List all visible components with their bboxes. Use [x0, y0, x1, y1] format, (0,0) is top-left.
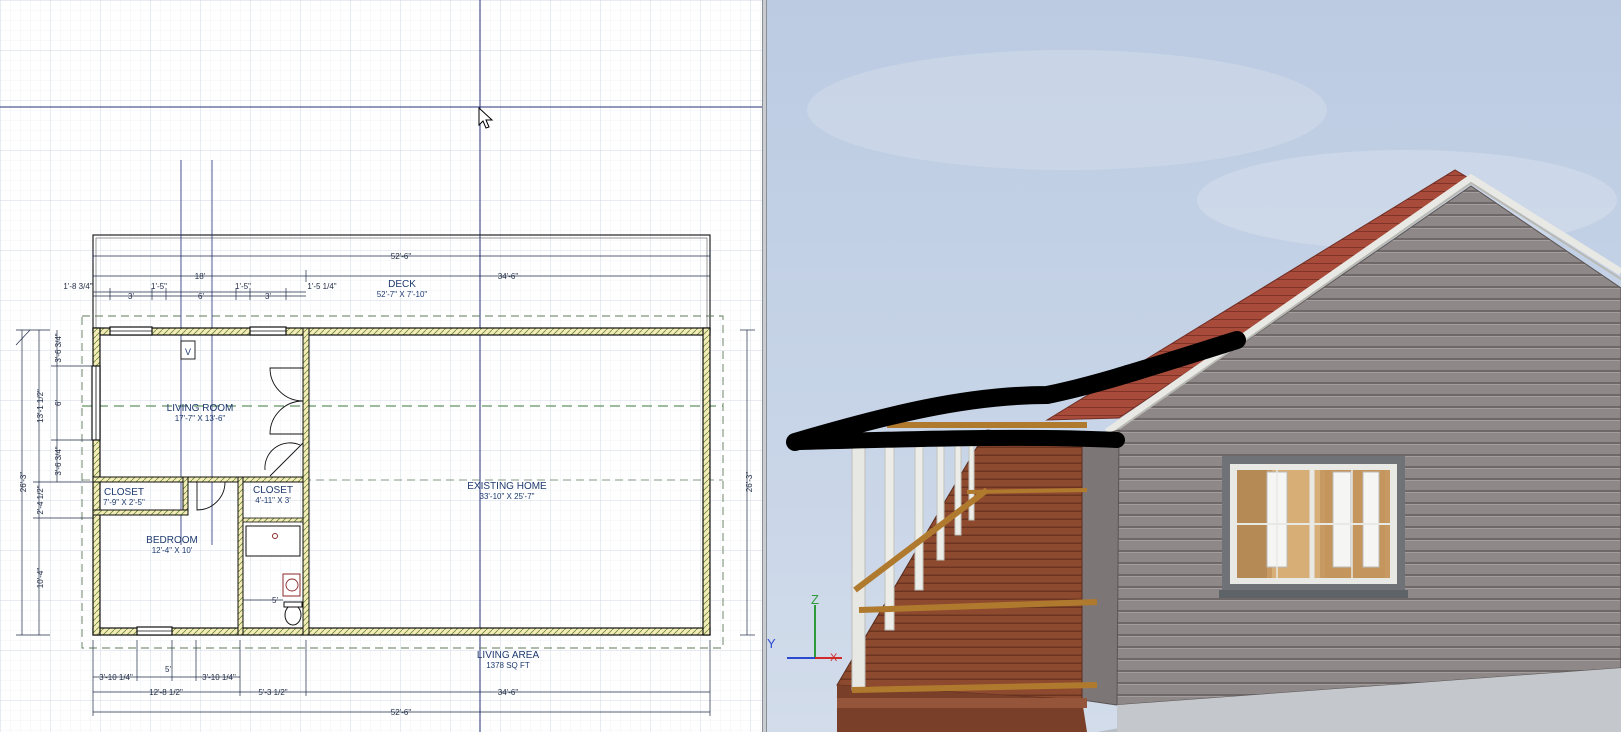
- side-wall: [1081, 429, 1120, 706]
- room-size-bedroom: 12'-4" X 10': [152, 546, 193, 555]
- room-size-living-area: 1378 SQ FT: [486, 661, 530, 670]
- dim-top-total: 52'-6": [391, 252, 412, 261]
- room-size-deck: 52'-7" X 7'-10": [377, 290, 428, 299]
- fixture-label: V: [185, 347, 191, 357]
- room-size-living-room: 17'-7" X 13'-6": [175, 414, 226, 423]
- dim-left-2-4: 2'-4 1/2": [36, 485, 45, 514]
- room-size-existing-home: 33'-10" X 25'-7": [480, 492, 535, 501]
- shower[interactable]: [282, 573, 301, 597]
- dim-left-3-6-b: 3'-6 3/4": [54, 446, 63, 475]
- dim-1-5-b: 1'-5": [235, 282, 251, 291]
- floor-plan-view[interactable]: V DECK 52'-7" X 7'-10" LIVING ROOM 17'-7…: [0, 0, 762, 732]
- room-label-living-room[interactable]: LIVING ROOM: [167, 403, 234, 414]
- dim-1-5-a: 1'-5": [151, 282, 167, 291]
- dim-3-a: 3': [128, 292, 134, 301]
- dim-bath-5: 5': [272, 596, 278, 605]
- room-label-existing-home[interactable]: EXISTING HOME: [467, 481, 547, 492]
- axis-x-label: X: [830, 652, 838, 664]
- room-label-closet-1[interactable]: CLOSET: [104, 487, 144, 498]
- floor-plan-canvas[interactable]: V DECK 52'-7" X 7'-10" LIVING ROOM 17'-7…: [0, 0, 762, 732]
- room-size-closet-1: 7'-9" X 2'-5": [103, 498, 145, 507]
- dim-left-6: 6': [54, 400, 63, 406]
- dim-3-b: 3': [265, 292, 271, 301]
- room-label-bedroom[interactable]: BEDROOM: [146, 535, 198, 546]
- room-label-closet-2[interactable]: CLOSET: [253, 485, 293, 496]
- dim-left-10-4: 10'-4": [36, 568, 45, 589]
- dim-bottom-3-10-a: 3'-10 1/4": [99, 673, 133, 682]
- dim-right-26-3: 26'-3": [745, 472, 754, 493]
- dim-left-13-1: 13'-1 1/2": [36, 389, 45, 423]
- axis-z-label: Z: [811, 592, 819, 607]
- dim-left-3-6-a: 3'-6 3/4": [54, 333, 63, 362]
- toilet[interactable]: [284, 604, 302, 626]
- axis-y-label: Y: [767, 636, 776, 651]
- grid-background: [0, 0, 762, 732]
- dim-top-left: 18': [195, 272, 206, 281]
- dim-bottom-12-8: 12'-8 1/2": [149, 688, 183, 697]
- 3d-canvas[interactable]: Z Y X: [767, 0, 1621, 732]
- dim-1-5-1-4: 1'-5 1/4": [307, 282, 336, 291]
- dim-bottom-3-10-b: 3'-10 1/4": [202, 673, 236, 682]
- 3d-camera-view[interactable]: Z Y X: [767, 0, 1621, 732]
- vanity[interactable]: [245, 525, 301, 557]
- dim-top-right: 34'-6": [498, 272, 519, 281]
- dim-bottom-5-3: 5'-3 1/2": [258, 688, 287, 697]
- dim-left-26-3: 26'-3": [19, 472, 28, 493]
- dim-bottom-34-6: 34'-6": [498, 688, 519, 697]
- room-size-closet-2: 4'-11" X 3': [255, 496, 291, 505]
- dim-bottom-5: 5': [165, 665, 171, 674]
- dim-1-8-3-4: 1'-8 3/4": [63, 282, 92, 291]
- dim-6: 6': [198, 292, 204, 301]
- room-label-living-area[interactable]: LIVING AREA: [477, 650, 540, 661]
- dim-bottom-total: 52'-6": [391, 708, 412, 717]
- window[interactable]: [1219, 456, 1408, 598]
- room-label-deck[interactable]: DECK: [388, 279, 416, 290]
